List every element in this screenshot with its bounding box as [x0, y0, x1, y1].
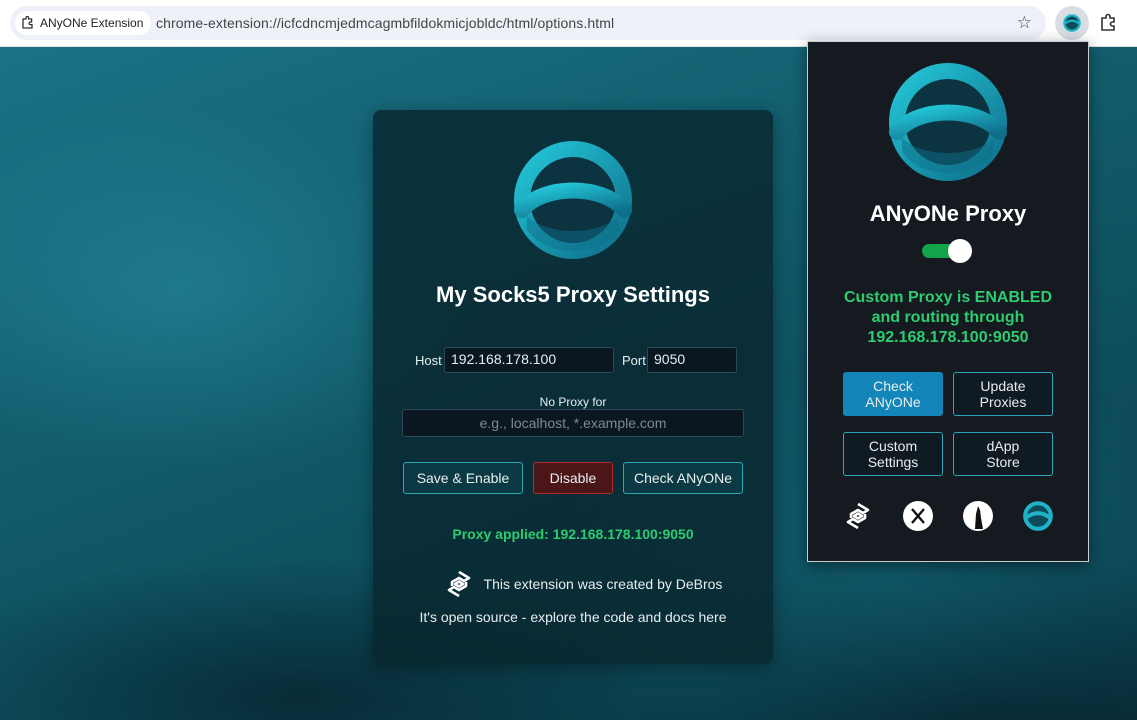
- url-text[interactable]: chrome-extension://icfcdncmjedmcagmbfild…: [156, 15, 614, 31]
- status-line-2: and routing through: [871, 309, 1025, 326]
- bookmark-star-icon[interactable]: ☆: [1017, 13, 1032, 33]
- proxy-toggle[interactable]: [922, 239, 974, 263]
- port-label: Port: [622, 353, 646, 368]
- anyone-logo-icon: [514, 141, 632, 259]
- page-title: My Socks5 Proxy Settings: [436, 282, 710, 307]
- open-source-link[interactable]: It's open source - explore the code and …: [373, 609, 773, 625]
- credit-text: This extension was created by DeBros: [483, 576, 723, 592]
- dapp-store-button[interactable]: dApp Store: [953, 432, 1053, 476]
- button-label: Proxies: [979, 394, 1027, 410]
- toggle-knob: [948, 239, 972, 263]
- host-input[interactable]: 192.168.178.100: [444, 347, 614, 373]
- site-chip-label: ANyONe Extension: [40, 16, 144, 30]
- x-link[interactable]: [901, 499, 935, 533]
- save-enable-button[interactable]: Save & Enable: [403, 462, 523, 494]
- anyone-extension-button[interactable]: [1055, 6, 1089, 40]
- noproxy-input[interactable]: e.g., localhost, *.example.com: [402, 409, 744, 437]
- debros-link[interactable]: [841, 499, 875, 533]
- credit-line: This extension was created by DeBros: [433, 568, 733, 600]
- host-label: Host: [415, 353, 442, 368]
- status-line-1: Custom Proxy is ENABLED: [843, 289, 1053, 306]
- button-label: Custom: [868, 438, 918, 454]
- noproxy-label: No Proxy for: [539, 395, 607, 409]
- button-label: Settings: [867, 454, 919, 470]
- anyone-icon: [1023, 501, 1053, 531]
- site-info-chip[interactable]: ANyONe Extension: [15, 11, 152, 35]
- check-anyone-popup-button[interactable]: Check ANyONe: [843, 372, 943, 416]
- anyone-link[interactable]: [1021, 499, 1055, 533]
- button-label: Update: [980, 378, 1026, 394]
- x-icon: [903, 501, 933, 531]
- button-label: Store: [986, 454, 1020, 470]
- wolf-icon: [963, 501, 993, 531]
- extension-popup: ANyONe Proxy Custom Proxy is ENABLED and…: [807, 41, 1089, 562]
- proxy-status-text: Proxy applied: 192.168.178.100:9050: [452, 526, 694, 542]
- custom-settings-button[interactable]: Custom Settings: [843, 432, 943, 476]
- button-label: dApp: [986, 438, 1020, 454]
- button-label: ANyONe: [865, 394, 921, 410]
- puzzle-icon: [1101, 13, 1115, 31]
- extensions-menu-button[interactable]: [1094, 6, 1124, 40]
- anyone-icon: [1063, 14, 1081, 32]
- port-input[interactable]: 9050: [647, 347, 737, 373]
- browser-toolbar: ANyONe Extension chrome-extension://icfc…: [0, 0, 1137, 47]
- disable-button[interactable]: Disable: [533, 462, 613, 494]
- anyone-logo-icon: [889, 63, 1007, 181]
- wolf-link[interactable]: [961, 499, 995, 533]
- check-anyone-button[interactable]: Check ANyONe: [623, 462, 743, 494]
- debros-logo-icon[interactable]: [444, 569, 474, 599]
- extension-puzzle-icon: [22, 16, 33, 29]
- popup-status: Custom Proxy is ENABLED and routing thro…: [828, 288, 1068, 348]
- update-proxies-button[interactable]: Update Proxies: [953, 372, 1053, 416]
- popup-title: ANyONe Proxy: [869, 201, 1027, 226]
- button-label: Check: [873, 378, 913, 394]
- proxy-settings-card: My Socks5 Proxy Settings Host 192.168.17…: [373, 110, 773, 664]
- debros-icon: [846, 502, 870, 530]
- address-bar[interactable]: ANyONe Extension chrome-extension://icfc…: [10, 6, 1046, 40]
- status-line-3: 192.168.178.100:9050: [867, 329, 1029, 346]
